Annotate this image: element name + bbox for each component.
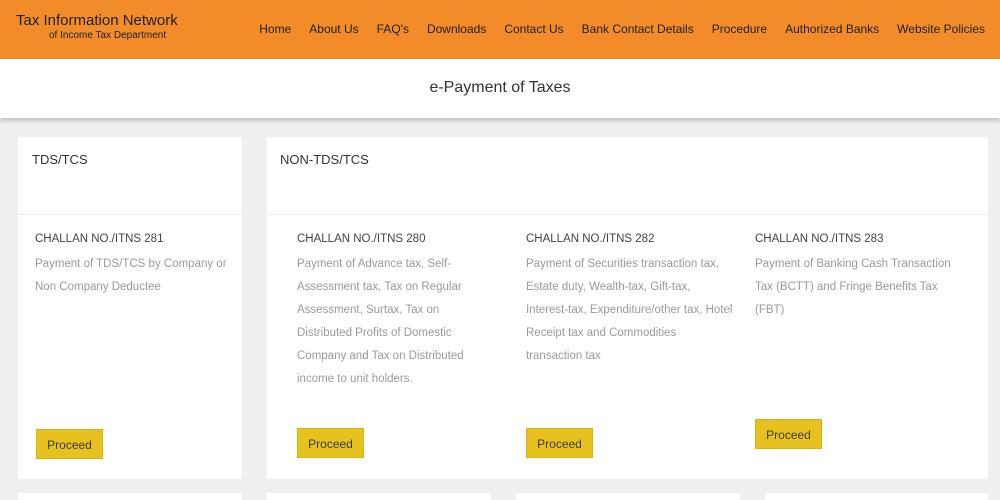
site-header: Tax Information Network of Income Tax De…: [0, 0, 1000, 59]
challan-description: Payment of Securities transaction tax, E…: [526, 258, 733, 362]
non-tds-tcs-card: NON-TDS/TCS CHALLAN NO./ITNS 280 Payment…: [267, 137, 988, 479]
proceed-281-button[interactable]: Proceed: [36, 429, 103, 459]
next-card-edge: [765, 493, 988, 500]
brand-title: Tax Information Network: [16, 12, 178, 29]
nav-bank-contact-details[interactable]: Bank Contact Details: [582, 22, 694, 36]
next-card-edge: [516, 493, 740, 500]
card-header: TDS/TCS: [18, 137, 242, 215]
proceed-280-button[interactable]: Proceed: [297, 428, 364, 458]
page-title-bar: e-Payment of Taxes: [0, 59, 1000, 118]
main-nav: Home About Us FAQ's Downloads Contact Us…: [259, 22, 985, 36]
nav-procedure[interactable]: Procedure: [712, 22, 767, 36]
next-card-edge: [18, 493, 242, 500]
nav-about-us[interactable]: About Us: [309, 22, 358, 36]
nav-home[interactable]: Home: [259, 22, 291, 36]
page-title: e-Payment of Taxes: [429, 79, 571, 96]
nav-website-policies[interactable]: Website Policies: [897, 22, 985, 36]
challan-description: Payment of TDS/TCS by Company or Non Com…: [35, 258, 227, 293]
card-title: NON-TDS/TCS: [280, 152, 369, 167]
nav-faqs[interactable]: FAQ's: [377, 22, 409, 36]
challan-heading: CHALLAN NO./ITNS 280: [297, 233, 426, 245]
tds-tcs-card: TDS/TCS CHALLAN NO./ITNS 281 Payment of …: [18, 137, 242, 479]
challan-description: Payment of Banking Cash Transaction Tax …: [755, 258, 951, 316]
challan-heading: CHALLAN NO./ITNS 281: [35, 233, 164, 245]
challan-283: CHALLAN NO./ITNS 283 Payment of Banking …: [755, 232, 955, 322]
challan-description: Payment of Advance tax, Self-Assessment …: [297, 258, 464, 385]
nav-downloads[interactable]: Downloads: [427, 22, 486, 36]
brand-subtitle: of Income Tax Department: [49, 30, 167, 41]
nav-contact-us[interactable]: Contact Us: [504, 22, 563, 36]
challan-heading: CHALLAN NO./ITNS 283: [755, 233, 884, 245]
card-title: TDS/TCS: [32, 152, 88, 167]
brand-logo[interactable]: Tax Information Network of Income Tax De…: [16, 12, 178, 43]
challan-281: CHALLAN NO./ITNS 281 Payment of TDS/TCS …: [35, 232, 230, 299]
challan-282: CHALLAN NO./ITNS 282 Payment of Securiti…: [526, 232, 734, 368]
nav-authorized-banks[interactable]: Authorized Banks: [785, 22, 879, 36]
challan-heading: CHALLAN NO./ITNS 282: [526, 233, 655, 245]
proceed-282-button[interactable]: Proceed: [526, 428, 593, 458]
proceed-283-button[interactable]: Proceed: [755, 419, 822, 449]
next-card-edge: [267, 493, 491, 500]
challan-280: CHALLAN NO./ITNS 280 Payment of Advance …: [297, 232, 482, 391]
card-header: NON-TDS/TCS: [267, 137, 988, 215]
